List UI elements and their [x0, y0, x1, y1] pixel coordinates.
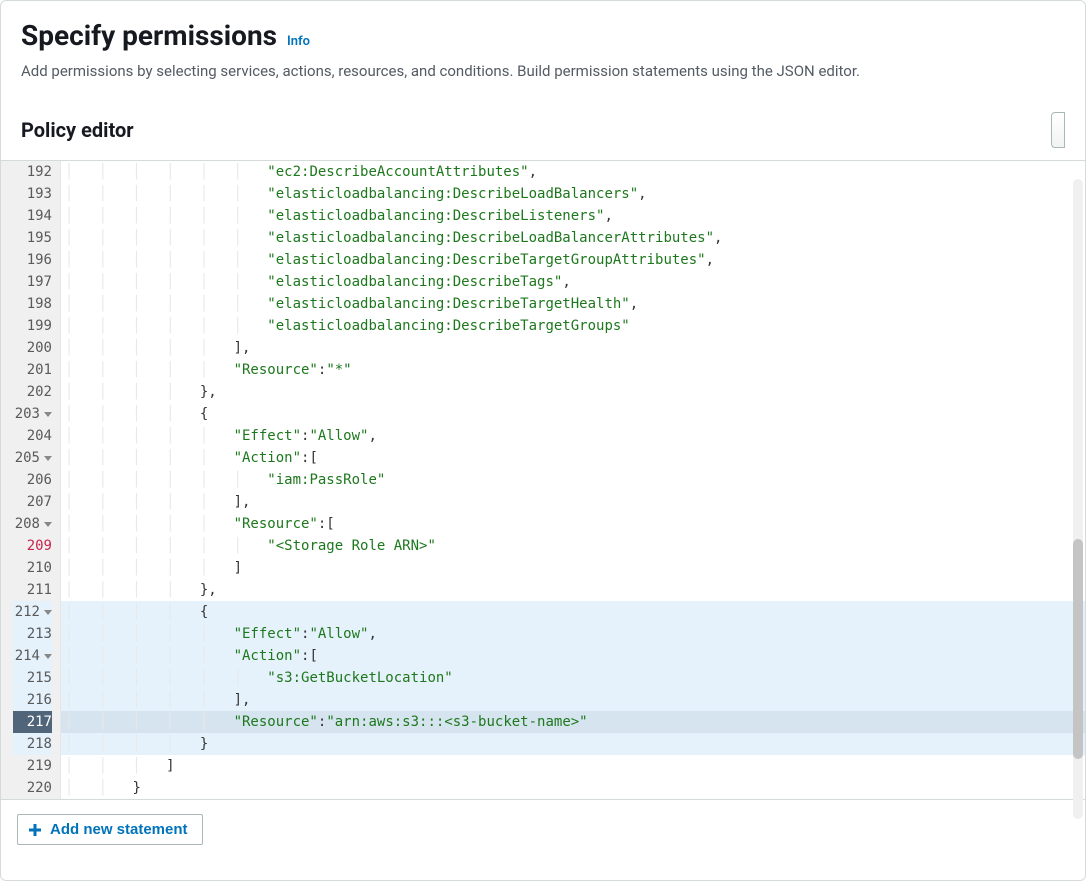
- line-number: 201: [13, 359, 52, 381]
- header: Specify permissions Info Add permissions…: [1, 1, 1085, 90]
- policy-editor-title: Policy editor: [21, 118, 134, 142]
- plus-icon: [28, 823, 42, 837]
- code-line[interactable]: │ │ │ │ │ │ "elasticloadbalancing:Descri…: [61, 227, 1085, 249]
- code-line[interactable]: │ │ │ │ {: [61, 601, 1085, 623]
- editor-panel: 1921931941951961971981992002012022032042…: [1, 160, 1085, 800]
- line-number: 205: [13, 447, 52, 469]
- line-number: 204: [13, 425, 52, 447]
- code-line[interactable]: │ │ │ │ │ │ "<Storage Role ARN>": [61, 535, 1085, 557]
- code-line[interactable]: │ │ }: [61, 777, 1085, 799]
- line-number: 198: [13, 293, 52, 315]
- collapse-toggle-handle[interactable]: [1051, 112, 1065, 148]
- page-title: Specify permissions: [21, 19, 277, 52]
- add-new-statement-button[interactable]: Add new statement: [17, 814, 203, 845]
- code-line[interactable]: │ │ │ ]: [61, 755, 1085, 777]
- line-number: 215: [13, 667, 52, 689]
- code-line[interactable]: │ │ │ │ │ │ "iam:PassRole": [61, 469, 1085, 491]
- line-number: 211: [13, 579, 52, 601]
- code-line[interactable]: │ │ │ │ │ "Resource":"arn:aws:s3:::<s3-b…: [61, 711, 1085, 733]
- code-line[interactable]: │ │ │ │ }: [61, 733, 1085, 755]
- code-line[interactable]: │ │ │ │ │ │ "elasticloadbalancing:Descri…: [61, 183, 1085, 205]
- code-line[interactable]: │ │ │ │ │ │ "elasticloadbalancing:Descri…: [61, 315, 1085, 337]
- code-line[interactable]: │ │ │ │ },: [61, 579, 1085, 601]
- code-line[interactable]: │ │ │ │ │ ],: [61, 491, 1085, 513]
- code-line[interactable]: │ │ │ │ │ │ "elasticloadbalancing:Descri…: [61, 293, 1085, 315]
- add-new-statement-label: Add new statement: [50, 821, 188, 838]
- line-number: 194: [13, 205, 52, 227]
- code-line[interactable]: │ │ │ │ │ "Resource":"*": [61, 359, 1085, 381]
- line-number: 208: [13, 513, 52, 535]
- line-number: 192: [13, 161, 52, 183]
- line-gutter: 1921931941951961971981992002012022032042…: [1, 161, 61, 799]
- code-line[interactable]: │ │ │ │ {: [61, 403, 1085, 425]
- line-number: 206: [13, 469, 52, 491]
- line-number: 195: [13, 227, 52, 249]
- title-row: Specify permissions Info: [21, 19, 1065, 52]
- line-number: 199: [13, 315, 52, 337]
- info-link[interactable]: Info: [287, 34, 310, 49]
- line-number: 216: [13, 689, 52, 711]
- code-line[interactable]: │ │ │ │ │ │ "elasticloadbalancing:Descri…: [61, 249, 1085, 271]
- line-number: 209: [13, 535, 52, 557]
- code-line[interactable]: │ │ │ │ │ │ "elasticloadbalancing:Descri…: [61, 205, 1085, 227]
- line-number: 197: [13, 271, 52, 293]
- line-number: 203: [13, 403, 52, 425]
- code-line[interactable]: │ │ │ │ │ │ "ec2:DescribeAccountAttribut…: [61, 161, 1085, 183]
- code-line[interactable]: │ │ │ │ │ │ "s3:GetBucketLocation": [61, 667, 1085, 689]
- vertical-scrollbar[interactable]: [1073, 179, 1083, 819]
- scrollbar-thumb[interactable]: [1073, 539, 1083, 759]
- line-number: 213: [13, 623, 52, 645]
- line-number: 193: [13, 183, 52, 205]
- code-content[interactable]: │ │ │ │ │ │ "ec2:DescribeAccountAttribut…: [61, 161, 1085, 799]
- line-number: 196: [13, 249, 52, 271]
- line-number: 202: [13, 381, 52, 403]
- code-line[interactable]: │ │ │ │ │ ],: [61, 337, 1085, 359]
- code-line[interactable]: │ │ │ │ │ ],: [61, 689, 1085, 711]
- code-area[interactable]: 1921931941951961971981992002012022032042…: [1, 161, 1085, 799]
- code-line[interactable]: │ │ │ │ │ ]: [61, 557, 1085, 579]
- code-line[interactable]: │ │ │ │ │ "Action":[: [61, 447, 1085, 469]
- code-line[interactable]: │ │ │ │ },: [61, 381, 1085, 403]
- policy-editor-bar: Policy editor: [1, 90, 1085, 160]
- line-number: 210: [13, 557, 52, 579]
- code-line[interactable]: │ │ │ │ │ "Resource":[: [61, 513, 1085, 535]
- code-line[interactable]: │ │ │ │ │ "Effect":"Allow",: [61, 425, 1085, 447]
- line-number: 217: [13, 711, 52, 733]
- page-subtitle: Add permissions by selecting services, a…: [21, 62, 1065, 80]
- line-number: 214: [13, 645, 52, 667]
- code-line[interactable]: │ │ │ │ │ "Action":[: [61, 645, 1085, 667]
- line-number: 207: [13, 491, 52, 513]
- line-number: 219: [13, 755, 52, 777]
- page-container: Specify permissions Info Add permissions…: [0, 0, 1086, 881]
- line-number: 220: [13, 777, 52, 799]
- line-number: 200: [13, 337, 52, 359]
- code-line[interactable]: │ │ │ │ │ "Effect":"Allow",: [61, 623, 1085, 645]
- editor-footer: Add new statement: [1, 800, 1085, 859]
- line-number: 218: [13, 733, 52, 755]
- code-line[interactable]: │ │ │ │ │ │ "elasticloadbalancing:Descri…: [61, 271, 1085, 293]
- line-number: 212: [13, 601, 52, 623]
